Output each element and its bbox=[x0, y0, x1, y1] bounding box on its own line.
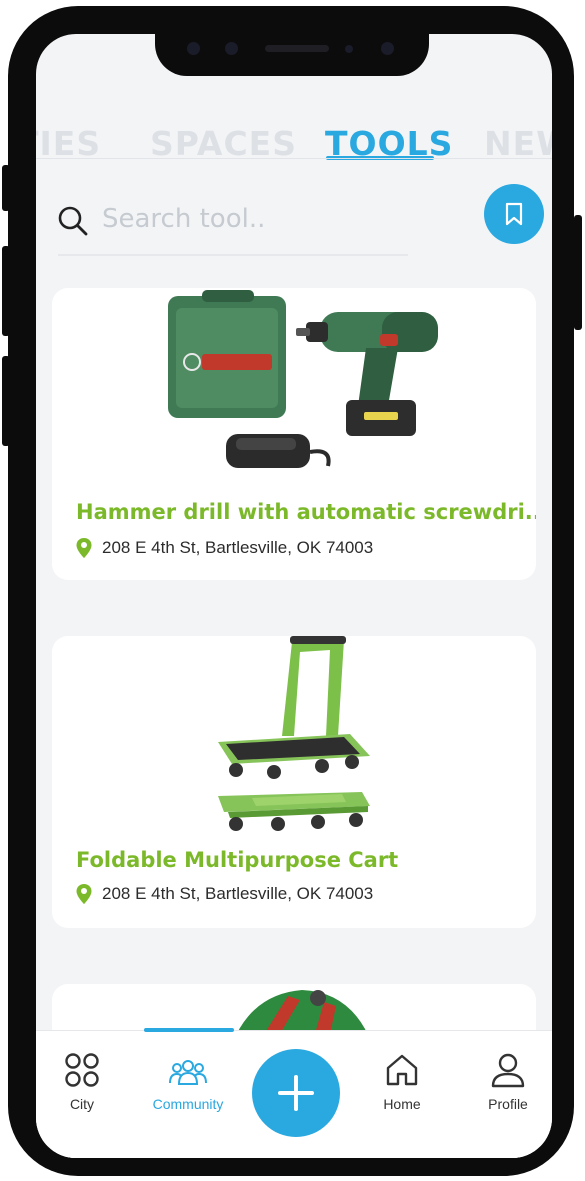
sensor-dot bbox=[345, 45, 353, 53]
search-input[interactable] bbox=[102, 200, 422, 238]
tool-location: 208 E 4th St, Bartlesville, OK 74003 bbox=[76, 884, 373, 904]
sensor-dot bbox=[225, 42, 238, 55]
phone-volume-up bbox=[2, 246, 10, 336]
city-icon bbox=[65, 1053, 99, 1087]
foldable-cart-image bbox=[218, 636, 370, 831]
nav-community-label: Community bbox=[152, 1096, 224, 1112]
location-address: 208 E 4th St, Bartlesville, OK 74003 bbox=[102, 538, 374, 557]
nav-community[interactable]: Community bbox=[148, 1058, 228, 1112]
hammer-drill-image bbox=[168, 290, 438, 468]
phone-mute-switch bbox=[2, 165, 10, 211]
location-address: 208 E 4th St, Bartlesville, OK 74003 bbox=[102, 884, 374, 903]
location-pin-icon bbox=[76, 884, 92, 904]
tool-card[interactable]: Hammer drill with automatic screwdri... … bbox=[52, 288, 536, 580]
tool-location: 208 E 4th St, Bartlesville, OK 74003 bbox=[76, 538, 373, 558]
add-button[interactable] bbox=[252, 1049, 340, 1137]
plus-icon bbox=[278, 1075, 314, 1111]
nav-profile-label: Profile bbox=[488, 1096, 528, 1112]
tool-card[interactable]: Foldable Multipurpose Cart 208 E 4th St,… bbox=[52, 636, 536, 928]
bookmark-button[interactable] bbox=[484, 184, 544, 244]
phone-volume-down bbox=[2, 356, 10, 446]
front-camera bbox=[381, 42, 394, 55]
nav-home[interactable]: Home bbox=[362, 1052, 442, 1112]
tool-title[interactable]: Foldable Multipurpose Cart bbox=[76, 848, 398, 872]
search-underline bbox=[58, 254, 408, 256]
nav-home-label: Home bbox=[383, 1096, 421, 1112]
nav-profile[interactable]: Profile bbox=[468, 1052, 548, 1112]
nav-city[interactable]: City bbox=[42, 1052, 122, 1112]
tool-title[interactable]: Hammer drill with automatic screwdri... bbox=[76, 500, 536, 524]
location-pin-icon bbox=[76, 538, 92, 558]
phone-notch bbox=[155, 28, 429, 76]
category-tabs: TIES SPACES TOOLS NEW bbox=[36, 124, 552, 163]
home-icon bbox=[386, 1054, 418, 1086]
bookmark-icon bbox=[505, 202, 523, 226]
profile-icon bbox=[491, 1053, 525, 1088]
phone-power-button bbox=[574, 215, 582, 330]
community-icon bbox=[169, 1060, 207, 1085]
search-icon bbox=[58, 206, 88, 236]
sensor-dot bbox=[187, 42, 200, 55]
app-screen: TIES SPACES TOOLS NEW bbox=[36, 34, 552, 1158]
nav-active-indicator bbox=[144, 1028, 234, 1032]
nav-city-label: City bbox=[69, 1096, 95, 1112]
speaker-grille bbox=[265, 45, 329, 52]
tabs-divider bbox=[36, 158, 552, 159]
